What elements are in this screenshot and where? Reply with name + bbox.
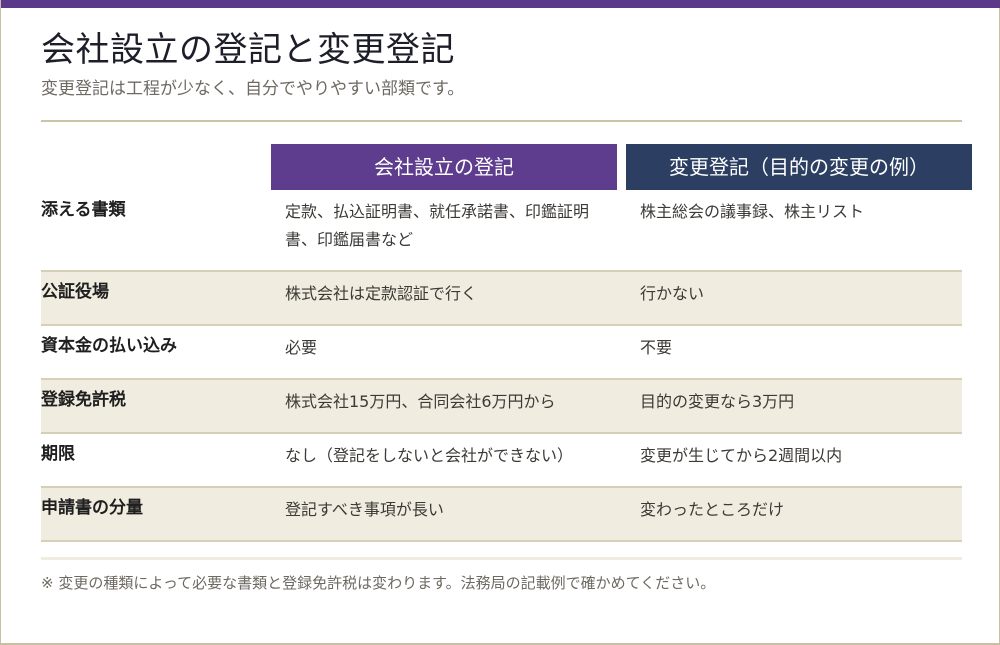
top-accent-bar xyxy=(1,0,1000,8)
cell-incorporation: 必要 xyxy=(285,338,318,357)
cell-incorporation: 登記すべき事項が長い xyxy=(285,500,444,519)
cell-change-registration: 株主総会の議事録、株主リスト xyxy=(640,202,865,221)
cell-change-registration: 変わったところだけ xyxy=(640,500,785,519)
cell-change-registration: 変更が生じてから2週間以内 xyxy=(640,446,843,465)
cell-incorporation: 株式会社15万円、合同会社6万円から xyxy=(285,392,556,411)
cell-change-registration: 行かない xyxy=(640,284,705,303)
row-label: 登録免許税 xyxy=(41,390,126,410)
column-header-incorporation: 会社設立の登記 xyxy=(271,144,617,190)
header-divider xyxy=(41,120,962,122)
table-row-notary-office: 公証役場 株式会社は定款認証で行く 行かない xyxy=(41,272,962,326)
footnote: ※ 変更の種類によって必要な書類と登録免許税は変わります。法務局の記載例で確かめ… xyxy=(41,574,716,592)
row-label: 添える書類 xyxy=(41,200,126,220)
cell-change-registration: 目的の変更なら3万円 xyxy=(640,392,795,411)
table-row-documents: 添える書類 定款、払込証明書、就任承諾書、印鑑証明書、印鑑届書など 株主総会の議… xyxy=(41,190,962,272)
table-row-application-volume: 申請書の分量 登記すべき事項が長い 変わったところだけ xyxy=(41,488,962,542)
page-subtitle: 変更登記は工程が少なく、自分でやりやすい部類です。 xyxy=(41,79,465,99)
row-label: 申請書の分量 xyxy=(41,498,143,518)
row-label: 資本金の払い込み xyxy=(41,336,177,356)
cell-change-registration: 不要 xyxy=(640,338,673,357)
comparison-card: 会社設立の登記と変更登記 変更登記は工程が少なく、自分でやりやすい部類です。 会… xyxy=(0,0,1000,645)
row-label: 公証役場 xyxy=(41,282,109,302)
page-title: 会社設立の登記と変更登記 xyxy=(41,30,455,70)
table-row-deadline: 期限 なし（登記をしないと会社ができない） 変更が生じてから2週間以内 xyxy=(41,434,962,488)
cell-incorporation: 株式会社は定款認証で行く xyxy=(285,284,478,303)
table-row-registration-tax: 登録免許税 株式会社15万円、合同会社6万円から 目的の変更なら3万円 xyxy=(41,380,962,434)
column-header-change-registration: 変更登記（目的の変更の例） xyxy=(626,144,972,190)
table-row-capital-payment: 資本金の払い込み 必要 不要 xyxy=(41,326,962,380)
row-label: 期限 xyxy=(41,444,75,464)
cell-incorporation: なし（登記をしないと会社ができない） xyxy=(285,446,574,465)
cell-incorporation: 定款、払込証明書、就任承諾書、印鑑証明書、印鑑届書など xyxy=(285,202,590,249)
comparison-table: 添える書類 定款、払込証明書、就任承諾書、印鑑証明書、印鑑届書など 株主総会の議… xyxy=(41,190,962,542)
footer-divider xyxy=(41,557,962,560)
